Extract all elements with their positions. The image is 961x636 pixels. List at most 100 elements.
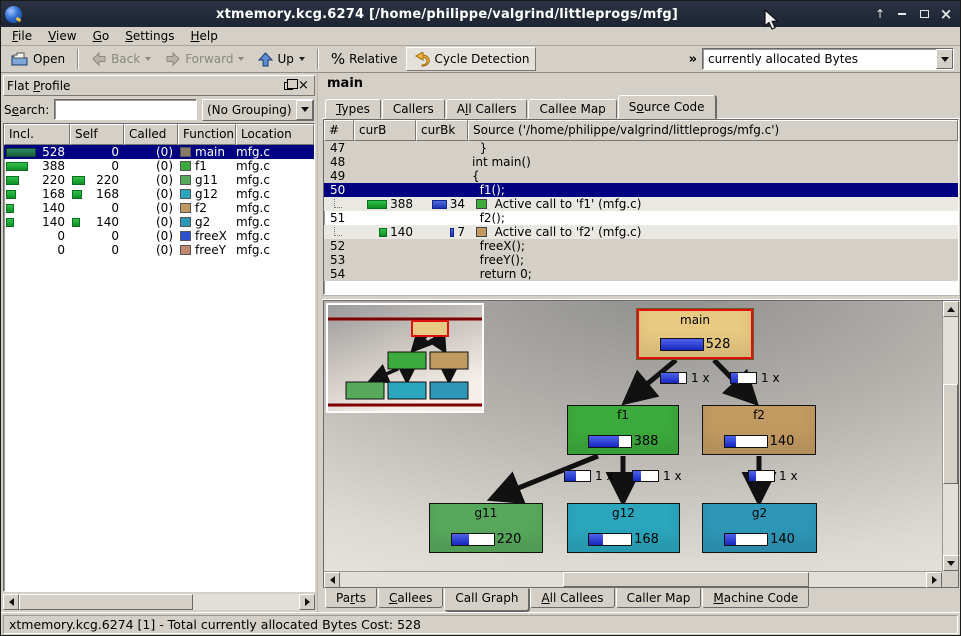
cost-bar [724, 435, 768, 448]
tab-source-code[interactable]: Source Code [618, 95, 716, 119]
graph-node-f1[interactable]: f1 388 [567, 405, 679, 455]
tab-parts[interactable]: Parts [325, 588, 377, 608]
cost-bar [379, 228, 387, 237]
table-row[interactable]: 140 140 (0) g2 mfg.c [4, 215, 314, 229]
tree-branch-icon [334, 199, 342, 208]
up-dropdown-icon[interactable] [299, 57, 305, 61]
back-button[interactable]: Back [85, 47, 157, 71]
source-line[interactable]: 54 return 0; [324, 267, 958, 281]
scroll-up-button[interactable] [943, 301, 959, 317]
cost-bar [432, 200, 447, 209]
table-row[interactable]: 220 220 (0) g11 mfg.c [4, 173, 314, 187]
dock-close-button[interactable]: × [296, 78, 311, 93]
toolbar-overflow-chevron[interactable]: » [686, 52, 700, 67]
source-line[interactable]: 53 freeY(); [324, 253, 958, 267]
function-icon [476, 199, 487, 209]
column-header-function[interactable]: Function [178, 124, 236, 145]
graph-node-g11[interactable]: g11 220 [429, 503, 543, 553]
column-header-incl[interactable]: Incl. [4, 124, 70, 145]
column-header-curb[interactable]: curB [354, 120, 416, 141]
table-row[interactable]: 0 0 (0) freeY mfg.c [4, 243, 314, 257]
column-header-curbk[interactable]: curBk [416, 120, 468, 141]
tab-callers[interactable]: Callers [382, 99, 445, 119]
tab-machine-code[interactable]: Machine Code [702, 588, 809, 608]
scroll-right-button[interactable] [926, 572, 942, 588]
cost-type-combobox[interactable]: currently allocated Bytes [702, 48, 954, 70]
graph-overview-minimap[interactable] [326, 303, 484, 413]
close-button[interactable]: × [938, 6, 954, 22]
forward-dropdown-icon[interactable] [238, 57, 244, 61]
horizontal-scrollbar[interactable] [3, 594, 315, 610]
tab-all-callees[interactable]: All Callees [530, 588, 614, 608]
menu-file[interactable]: File [5, 28, 39, 44]
cost-value: 388 [634, 434, 659, 449]
source-line[interactable]: 47 } [324, 141, 958, 155]
table-row[interactable]: 0 0 (0) freeX mfg.c [4, 229, 314, 243]
scroll-left-button[interactable] [3, 594, 19, 610]
tab-all-callers[interactable]: All Callers [446, 99, 528, 119]
up-button[interactable]: Up [252, 47, 310, 71]
forward-button[interactable]: Forward [159, 47, 250, 71]
cycle-detection-button[interactable]: Cycle Detection [406, 47, 537, 71]
dock-header[interactable]: Flat Profile × [3, 75, 315, 96]
source-line-selected[interactable]: 50 f1(); [324, 183, 958, 197]
scroll-left-button[interactable] [324, 572, 340, 588]
combo-dropdown-button[interactable] [296, 100, 313, 120]
tab-call-graph[interactable]: Call Graph [444, 588, 529, 611]
edge-label: 1 x [632, 469, 682, 483]
open-button[interactable]: Open [5, 47, 71, 71]
scrollbar-thumb[interactable] [563, 572, 809, 587]
dock-float-button[interactable] [281, 78, 296, 93]
search-input[interactable] [54, 99, 197, 120]
graph-node-main[interactable]: main 528 [637, 309, 753, 359]
app-icon[interactable] [5, 6, 22, 23]
source-line[interactable]: 49{ [324, 169, 958, 183]
graph-node-g2[interactable]: g2 140 [702, 503, 817, 553]
cost-bar [367, 200, 387, 209]
minimize-button[interactable] [894, 6, 910, 22]
menu-view[interactable]: View [41, 28, 83, 44]
grouping-combobox[interactable]: (No Grouping) [202, 99, 314, 121]
source-call-line[interactable]: 388 34 Active call to 'f1' (mfg.c) [324, 197, 958, 211]
node-label: g2 [703, 504, 816, 520]
combo-dropdown-button[interactable] [936, 49, 953, 69]
menu-go[interactable]: Go [86, 28, 117, 44]
tab-caller-map[interactable]: Caller Map [616, 588, 702, 608]
graph-node-f2[interactable]: f2 140 [702, 405, 816, 455]
column-header-source[interactable]: Source ('/home/philippe/valgrind/littlep… [468, 120, 958, 141]
cost-bar [6, 162, 28, 171]
column-header-line[interactable]: # [324, 120, 354, 141]
column-header-location[interactable]: Location [236, 124, 314, 145]
table-row[interactable]: 528 0 (0) main mfg.c [4, 145, 314, 159]
tab-callee-map[interactable]: Callee Map [528, 99, 616, 119]
table-row[interactable]: 140 0 (0) f2 mfg.c [4, 201, 314, 215]
table-row[interactable]: 388 0 (0) f1 mfg.c [4, 159, 314, 173]
table-row[interactable]: 168 168 (0) g12 mfg.c [4, 187, 314, 201]
column-header-called[interactable]: Called [124, 124, 178, 145]
horizontal-scrollbar[interactable] [324, 571, 942, 587]
relative-button[interactable]: % Relative [325, 47, 404, 71]
edge-cost-bar [564, 470, 591, 482]
graph-node-g12[interactable]: g12 168 [567, 503, 680, 553]
source-line[interactable]: 48int main() [324, 155, 958, 169]
source-line[interactable]: 52 freeX(); [324, 239, 958, 253]
call-graph-canvas[interactable]: main 528 1 x 1 x f1 388 f2 1 [324, 301, 942, 571]
column-header-self[interactable]: Self [70, 124, 124, 145]
menu-help[interactable]: Help [183, 28, 224, 44]
source-call-line[interactable]: 140 7 Active call to 'f2' (mfg.c) [324, 225, 958, 239]
cost-bar [6, 148, 36, 157]
maximize-button[interactable] [916, 6, 932, 22]
scroll-down-button[interactable] [943, 555, 959, 571]
tab-callees[interactable]: Callees [378, 588, 443, 608]
scroll-right-button[interactable] [299, 594, 315, 610]
back-dropdown-icon[interactable] [145, 57, 151, 61]
tab-types[interactable]: Types [325, 99, 381, 119]
shade-button[interactable]: ↑ [872, 6, 888, 22]
overview-node-main [412, 321, 448, 336]
window-title: xtmemory.kcg.6274 [/home/philippe/valgri… [22, 7, 872, 22]
vertical-scrollbar[interactable] [942, 301, 958, 571]
scrollbar-thumb[interactable] [943, 384, 958, 484]
menu-settings[interactable]: Settings [118, 28, 181, 44]
scrollbar-thumb[interactable] [19, 594, 193, 610]
source-line[interactable]: 51 f2(); [324, 211, 958, 225]
